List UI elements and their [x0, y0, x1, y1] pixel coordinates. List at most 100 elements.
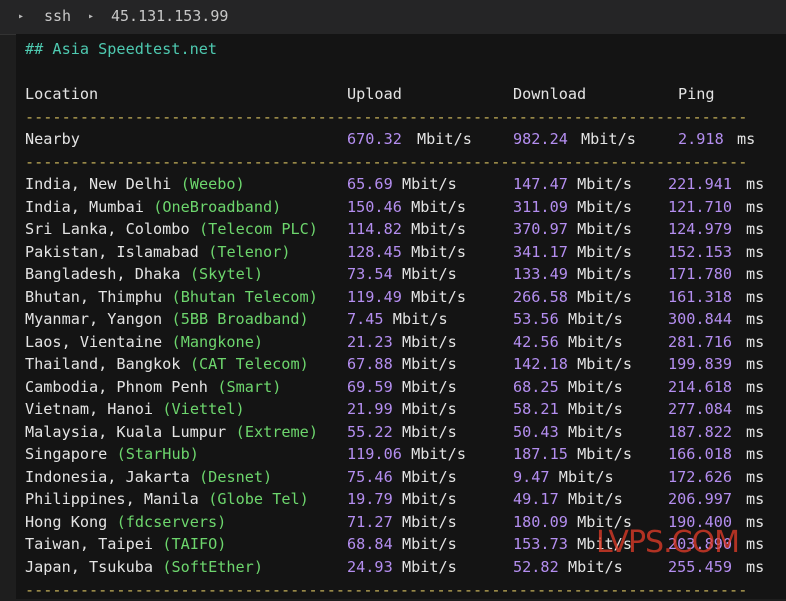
nearby-row: Nearby 670.32 Mbit/s 982.24 Mbit/s 2.918… — [25, 128, 765, 150]
row-download-unit: Mbit/s — [567, 377, 623, 396]
row-isp: (Telenor) — [208, 242, 291, 261]
row-upload: 69.59 — [347, 377, 393, 396]
row-location: India, New Delhi — [25, 175, 172, 193]
row-isp: (5BB Broadband) — [171, 310, 309, 328]
table-row: Vietnam, Hanoi (Viettel) 21.99 Mbit/s 58.21 M… — [25, 398, 770, 420]
row-download-unit: Mbit/s — [577, 197, 632, 216]
row-download-unit: Mbit/s — [577, 175, 632, 193]
row-location: Japan, Tsukuba — [25, 557, 154, 576]
row-upload-unit: Mbit/s — [401, 175, 457, 193]
row-download: 133.49 — [513, 265, 568, 283]
row-download-unit: Mbit/s — [577, 220, 632, 238]
row-download-unit: Mbit/s — [577, 445, 632, 463]
table-row: Sri Lanka, Colombo (Telecom PLC) 114.82 Mbi… — [25, 218, 770, 240]
row-upload-unit: Mbit/s — [411, 242, 466, 261]
row-isp: (StarHub) — [116, 445, 199, 463]
row-location: Bangladesh, Dhaka — [25, 265, 181, 283]
row-ping-unit: ms — [746, 400, 765, 418]
row-ping-unit: ms — [746, 310, 765, 328]
table-row: Myanmar, Yangon (5BB Broadband) 7.45 Mbit/s… — [25, 308, 770, 330]
row-upload: 128.45 — [347, 242, 402, 261]
terminal-output[interactable]: ## Asia Speedtest.net Location Upload Do… — [16, 34, 786, 599]
row-download: 50.43 — [513, 422, 559, 441]
row-location: Singapore — [25, 445, 108, 463]
row-isp: (Mangkone) — [171, 332, 263, 351]
row-ping: 152.153 — [668, 242, 733, 261]
row-download: 42.56 — [513, 332, 559, 351]
row-ping-unit: ms — [746, 467, 765, 486]
row-ping: 172.626 — [668, 467, 733, 486]
row-ping-unit: ms — [746, 332, 765, 351]
divider: ----------------------------------------… — [25, 108, 747, 126]
row-isp: (SoftEther) — [162, 557, 263, 576]
row-ping: 199.839 — [668, 355, 733, 373]
row-upload-unit: Mbit/s — [401, 265, 457, 283]
row-ping-unit: ms — [746, 490, 765, 508]
row-upload: 7.45 — [347, 310, 384, 328]
row-isp: (Skytel) — [189, 265, 264, 283]
table-row: Bangladesh, Dhaka (Skytel) 73.54 Mbit/s 133.… — [25, 263, 770, 285]
nearby-ping: 2.918 — [678, 130, 724, 148]
row-upload: 65.69 — [347, 175, 393, 193]
row-location: Taiwan, Taipei — [25, 535, 154, 553]
row-ping: 221.941 — [668, 175, 733, 193]
row-location: Bhutan, Thimphu — [25, 287, 163, 306]
row-ping: 300.844 — [668, 310, 733, 328]
row-download: 58.21 — [513, 400, 559, 418]
row-isp: (Extreme) — [235, 422, 318, 441]
row-download-unit: Mbit/s — [567, 310, 623, 328]
nearby-ping-unit: ms — [737, 130, 756, 148]
row-upload: 19.79 — [347, 490, 393, 508]
row-upload: 55.22 — [347, 422, 393, 441]
row-upload-unit: Mbit/s — [401, 535, 457, 553]
nearby-download-unit: Mbit/s — [581, 130, 636, 148]
breadcrumb-host[interactable]: 45.131.153.99 — [111, 7, 228, 25]
row-upload-unit: Mbit/s — [401, 400, 457, 418]
row-download-unit: Mbit/s — [577, 355, 632, 373]
section-heading: ## Asia Speedtest.net — [25, 40, 218, 58]
row-upload-unit: Mbit/s — [411, 197, 466, 216]
row-upload: 21.99 — [347, 400, 393, 418]
row-location: Hong Kong — [25, 512, 108, 531]
row-upload-unit: Mbit/s — [401, 355, 457, 373]
column-headers: Location Upload Download Ping — [25, 83, 765, 105]
chevron-right-icon: ▸ — [88, 11, 95, 22]
row-upload-unit: Mbit/s — [411, 445, 466, 463]
row-ping: 187.822 — [668, 422, 733, 441]
breadcrumb-ssh[interactable]: ssh — [44, 7, 71, 25]
row-download: 9.47 — [513, 467, 550, 486]
divider: ----------------------------------------… — [25, 581, 747, 599]
row-isp: (Viettel) — [162, 400, 245, 418]
row-upload-unit: Mbit/s — [401, 490, 457, 508]
row-download-unit: Mbit/s — [577, 242, 632, 261]
row-ping-unit: ms — [746, 242, 765, 261]
row-upload-unit: Mbit/s — [401, 332, 457, 351]
divider: ----------------------------------------… — [25, 153, 747, 171]
row-upload: 75.46 — [347, 467, 393, 486]
row-ping: 166.018 — [668, 445, 733, 463]
row-upload: 114.82 — [347, 220, 402, 238]
row-download: 153.73 — [513, 535, 568, 553]
row-upload: 24.93 — [347, 557, 393, 576]
row-download-unit: Mbit/s — [567, 490, 623, 508]
row-ping-unit: ms — [746, 422, 765, 441]
row-upload-unit: Mbit/s — [401, 557, 457, 576]
row-ping-unit: ms — [746, 445, 765, 463]
row-ping-unit: ms — [746, 220, 765, 238]
row-isp: (fdcservers) — [116, 512, 227, 531]
row-upload: 68.84 — [347, 535, 393, 553]
row-download: 311.09 — [513, 197, 568, 216]
table-row: Bhutan, Thimphu (Bhutan Telecom) 119.49 Mbi… — [25, 286, 770, 308]
row-download: 68.25 — [513, 377, 559, 396]
nearby-download: 982.24 — [513, 130, 568, 148]
row-upload-unit: Mbit/s — [392, 310, 448, 328]
row-upload: 71.27 — [347, 512, 393, 531]
row-isp: (Desnet) — [199, 467, 273, 486]
row-ping: 214.618 — [668, 377, 733, 396]
row-upload: 119.49 — [347, 287, 402, 306]
row-download: 53.56 — [513, 310, 559, 328]
row-location: India, Mumbai — [25, 197, 144, 216]
row-ping-unit: ms — [746, 287, 765, 306]
table-row: Philippines, Manila (Globe Tel) 19.79 Mbit/… — [25, 488, 770, 510]
breadcrumb-bar: ▸ ssh ▸ 45.131.153.99 — [0, 0, 786, 35]
